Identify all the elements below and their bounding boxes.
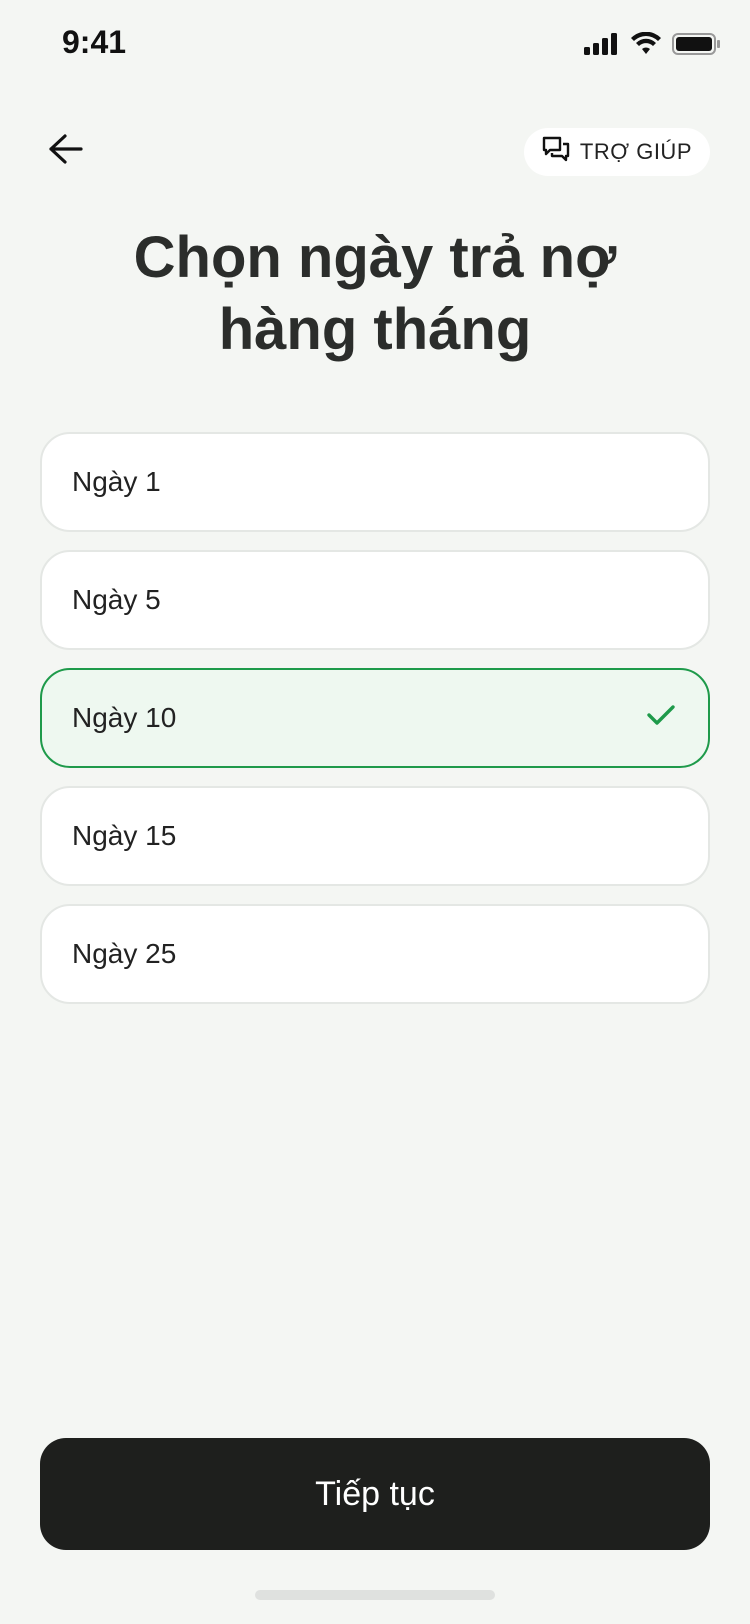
status-bar: 9:41 bbox=[0, 0, 750, 90]
back-button[interactable] bbox=[40, 126, 90, 176]
option-day-15[interactable]: Ngày 15 bbox=[40, 786, 710, 886]
page-title-line-1: Chọn ngày trả nợ bbox=[133, 225, 617, 290]
battery-icon bbox=[672, 33, 720, 60]
option-day-5[interactable]: Ngày 5 bbox=[40, 550, 710, 650]
status-time: 9:41 bbox=[62, 24, 127, 60]
page-title: Chọn ngày trả nợ hàng tháng bbox=[75, 222, 675, 366]
option-label: Ngày 10 bbox=[72, 702, 177, 733]
option-label: Ngày 15 bbox=[72, 820, 177, 851]
wifi-icon bbox=[630, 31, 662, 61]
status-icons bbox=[584, 31, 720, 61]
option-day-10[interactable]: Ngày 10 bbox=[40, 668, 710, 768]
page-title-line-2: hàng tháng bbox=[218, 297, 532, 362]
payment-day-options: Ngày 1 Ngày 5 Ngày 10 Ngày 15 Ngày 25 bbox=[40, 432, 710, 1004]
check-icon bbox=[644, 698, 678, 739]
option-label: Ngày 5 bbox=[72, 584, 161, 615]
home-indicator bbox=[255, 1590, 495, 1600]
option-label: Ngày 25 bbox=[72, 938, 177, 969]
signal-icon bbox=[584, 33, 620, 60]
help-label: TRỢ GIÚP bbox=[579, 139, 692, 164]
chat-bubbles-icon bbox=[542, 136, 570, 168]
option-label: Ngày 1 bbox=[72, 466, 161, 497]
option-day-1[interactable]: Ngày 1 bbox=[40, 432, 710, 532]
continue-button[interactable]: Tiếp tục bbox=[40, 1438, 710, 1550]
option-day-25[interactable]: Ngày 25 bbox=[40, 904, 710, 1004]
continue-label: Tiếp tục bbox=[315, 1474, 435, 1513]
arrow-left-icon bbox=[47, 133, 83, 170]
help-button[interactable]: TRỢ GIÚP bbox=[523, 128, 710, 176]
